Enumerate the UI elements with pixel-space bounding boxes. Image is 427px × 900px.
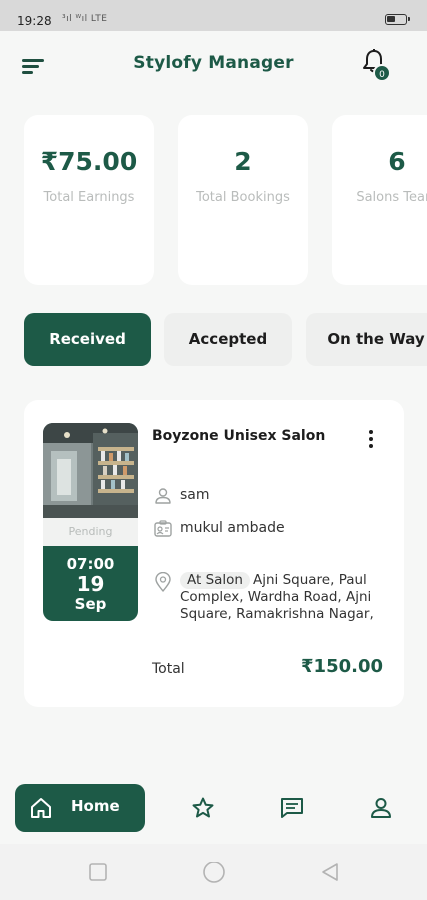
user-icon	[155, 488, 171, 504]
stat-card-bookings: 2 Total Bookings	[178, 115, 308, 285]
booking-month: Sep	[74, 595, 107, 613]
notification-badge: 0	[373, 64, 391, 82]
stat-card-earnings: ₹75.00 Total Earnings	[24, 115, 154, 285]
customer-name: sam	[180, 487, 210, 503]
tab-received[interactable]: Received	[24, 313, 151, 366]
stat-label: Total Earnings	[43, 190, 135, 205]
more-vertical-icon[interactable]	[364, 428, 378, 450]
home-system-icon[interactable]	[202, 862, 226, 886]
location-pin-icon	[155, 572, 171, 592]
salon-photo	[43, 423, 138, 518]
booking-card[interactable]: Pending 07:00 19 Sep Boyzone Unisex Salo…	[24, 400, 404, 707]
location-type-chip: At Salon	[180, 572, 250, 589]
stat-value: 2	[234, 147, 252, 176]
stat-label: Total Bookings	[196, 190, 290, 205]
battery-icon	[385, 14, 410, 25]
notification-button[interactable]: 0	[362, 49, 392, 83]
signal-indicator: ³ıl ᵂıl LTE	[62, 14, 108, 24]
total-label: Total	[152, 661, 185, 677]
recent-apps-icon[interactable]	[88, 862, 108, 882]
chat-icon[interactable]	[280, 796, 304, 820]
status-badge: Pending	[43, 518, 138, 546]
id-card-icon	[154, 520, 172, 537]
stat-label: Salons Team	[356, 190, 427, 205]
salon-name: Boyzone Unisex Salon	[152, 428, 326, 444]
back-icon[interactable]	[320, 862, 340, 882]
booking-day: 19	[76, 572, 105, 596]
bottom-nav: Home	[0, 775, 427, 841]
system-nav-bar	[0, 844, 427, 900]
total-amount: ₹150.00	[301, 656, 383, 677]
app-header: Stylofy Manager 0	[0, 31, 427, 101]
booking-thumbnail: Pending 07:00 19 Sep	[43, 423, 138, 621]
stat-value: 6	[388, 147, 406, 176]
nav-home[interactable]: Home	[15, 784, 145, 832]
star-icon[interactable]	[191, 796, 215, 820]
status-bar: 19:28 ³ıl ᵂıl LTE	[0, 0, 427, 31]
nav-home-label: Home	[71, 797, 120, 815]
stat-value: ₹75.00	[40, 147, 138, 176]
profile-icon[interactable]	[369, 796, 393, 820]
stats-row: ₹75.00 Total Earnings 2 Total Bookings 6…	[0, 115, 427, 287]
address-row: At Salon Ajni Square, Paul Complex, Wardh…	[154, 572, 394, 626]
status-time: 19:28	[17, 14, 52, 28]
status-tabs: Received Accepted On the Way	[0, 313, 427, 367]
tab-accepted[interactable]: Accepted	[164, 313, 292, 366]
booking-time: 07:00	[66, 555, 115, 573]
booking-date: 07:00 19 Sep	[43, 546, 138, 621]
stat-card-team: 6 Salons Team	[332, 115, 427, 285]
home-icon	[31, 798, 51, 818]
staff-name: mukul ambade	[180, 520, 285, 536]
tab-on-the-way[interactable]: On the Way	[306, 313, 427, 366]
